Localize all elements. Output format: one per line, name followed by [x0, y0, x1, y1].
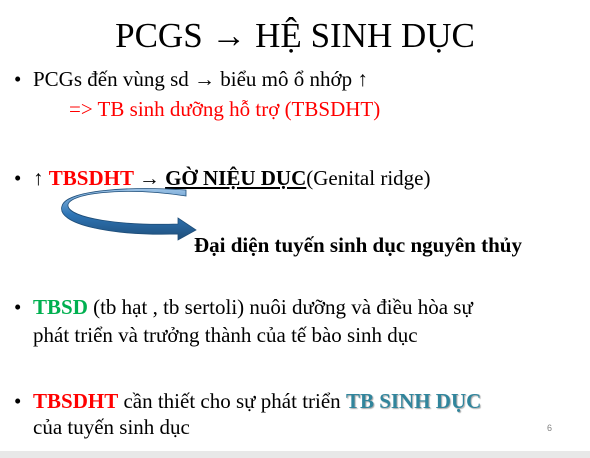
bullet-4-line-2: của tuyến sinh dục	[33, 415, 190, 439]
bullet-3-text-1: (tb hạt , tb sertoli) nuôi dưỡng và điều…	[87, 295, 473, 319]
bullet-dot: •	[14, 389, 22, 413]
tbsdht-label: TBSDHT	[33, 389, 119, 413]
tb-sinh-duc-label: TB SINH DỤC	[345, 389, 482, 413]
bullet-3-line-2: phát triển và trưởng thành của tế bào si…	[33, 323, 418, 347]
bullet-4-line-1: TBSDHT cần thiết cho sự phát triển TB SI…	[33, 388, 481, 414]
bullet-4-text-1: cần thiết cho sự phát triển	[118, 389, 346, 413]
curved-arrow-icon	[61, 188, 197, 241]
tbsdht-label: TBSDHT	[48, 166, 134, 190]
bullet-3-line-1: TBSD (tb hạt , tb sertoli) nuôi dưỡng và…	[33, 294, 473, 320]
bullet-dot: •	[14, 295, 22, 319]
right-arrow-text: →	[133, 166, 166, 190]
bullet-dot: •	[14, 166, 22, 190]
primitive-gonad-note: Đại diện tuyến sinh dục nguyên thủy	[194, 233, 522, 257]
slide: PCGS → HỆ SINH DỤC • PCGs đến vùng sd → …	[0, 0, 590, 458]
bullet-1-text: PCGs đến vùng sd → biểu mô ổ nhớp ↑	[33, 67, 368, 91]
genital-ridge-english: (Genital ridge)	[306, 166, 431, 190]
genital-ridge-label: GỜ NIỆU DỤC	[165, 166, 307, 190]
slide-number: 6	[547, 423, 553, 433]
up-arrow-text: ↑	[33, 166, 49, 190]
bullet-dot: •	[14, 67, 22, 91]
bottom-bar	[0, 451, 590, 458]
slide-title: PCGS → HỆ SINH DỤC	[115, 16, 475, 55]
bullet-1-subtext: => TB sinh dưỡng hỗ trợ (TBSDHT)	[69, 97, 381, 121]
tbsd-label: TBSD	[33, 295, 88, 319]
